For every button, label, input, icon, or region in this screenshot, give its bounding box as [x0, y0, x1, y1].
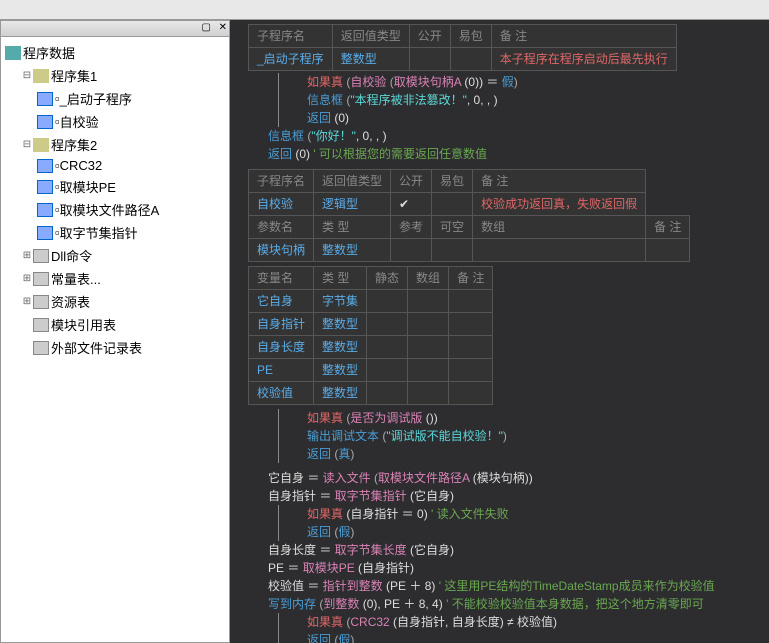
- code-line[interactable]: 如果真 (自校验 (取模块句柄A (0)) ＝ 假): [287, 73, 765, 91]
- code-line[interactable]: 自身长度 ＝ 取字节集长度 (它自身): [248, 541, 765, 559]
- pin-icon[interactable]: ▢: [202, 22, 211, 33]
- tree-root[interactable]: 程序数据: [5, 41, 225, 64]
- code-line[interactable]: 如果真 (自身指针 ＝ 0) ' 读入文件失败: [287, 505, 765, 523]
- subroutine-table: 子程序名返回值类型公开易包备 注 _启动子程序整数型本子程序在程序启动后最先执行: [248, 24, 677, 71]
- code-line[interactable]: PE ＝ 取模块PE (自身指针): [248, 559, 765, 577]
- code-line[interactable]: 信息框 ("本程序被非法篡改！", 0, , ): [287, 91, 765, 109]
- top-toolbar: [0, 0, 769, 20]
- collapse-icon[interactable]: ⊟: [21, 139, 33, 150]
- tree-item[interactable]: ▫ 取模块PE: [5, 175, 225, 198]
- subroutine-table-2: 子程序名返回值类型公开易包备 注 自校验逻辑型✔校验成功返回真，失败返回假 参数…: [248, 169, 690, 262]
- code-line[interactable]: 返回 (0): [287, 109, 765, 127]
- code-line[interactable]: 信息框 ("你好！", 0, , ): [248, 127, 765, 145]
- tree-item[interactable]: 外部文件记录表: [5, 336, 225, 359]
- tree-item[interactable]: ▫ 自校验: [5, 110, 225, 133]
- code-line[interactable]: 输出调试文本 ("调试版不能自校验！"): [287, 427, 765, 445]
- tree-item[interactable]: ▫ 取模块文件路径A: [5, 198, 225, 221]
- tree-view: 程序数据 ⊟程序集1 ▫ _启动子程序 ▫ 自校验 ⊟程序集2 ▫ CRC32 …: [1, 37, 229, 363]
- tree-item[interactable]: ▫ _启动子程序: [5, 87, 225, 110]
- sidebar: ▢ ✕ 程序数据 ⊟程序集1 ▫ _启动子程序 ▫ 自校验 ⊟程序集2 ▫ CR…: [0, 20, 230, 643]
- close-icon[interactable]: ✕: [219, 22, 227, 33]
- tree-item[interactable]: ⊞Dll命令: [5, 244, 225, 267]
- code-line[interactable]: 校验值 ＝ 指针到整数 (PE ＋ 8) ' 这里用PE结构的TimeDateS…: [248, 577, 765, 595]
- code-editor[interactable]: 子程序名返回值类型公开易包备 注 _启动子程序整数型本子程序在程序启动后最先执行…: [230, 20, 769, 643]
- code-line[interactable]: 如果真 (CRC32 (自身指针, 自身长度) ≠ 校验值): [287, 613, 765, 631]
- tree-item[interactable]: ⊞资源表: [5, 290, 225, 313]
- tree-item[interactable]: ⊟程序集2: [5, 133, 225, 156]
- tree-item[interactable]: 模块引用表: [5, 313, 225, 336]
- expand-icon[interactable]: ⊞: [21, 296, 33, 307]
- tree-item[interactable]: ▫ 取字节集指针: [5, 221, 225, 244]
- code-line[interactable]: 返回 (真): [287, 445, 765, 463]
- sidebar-header: ▢ ✕: [1, 21, 229, 37]
- code-line[interactable]: 写到内存 (到整数 (0), PE ＋ 8, 4) ' 不能校验校验值本身数据，…: [248, 595, 765, 613]
- code-line[interactable]: 返回 (假): [287, 631, 765, 643]
- code-line[interactable]: 返回 (假): [287, 523, 765, 541]
- tree-item[interactable]: ⊞常量表...: [5, 267, 225, 290]
- variable-table: 变量名类 型静态数组备 注 它自身字节集 自身指针整数型 自身长度整数型 PE整…: [248, 266, 493, 405]
- code-line[interactable]: 如果真 (是否为调试版 ()): [287, 409, 765, 427]
- expand-icon[interactable]: ⊞: [21, 273, 33, 284]
- code-line[interactable]: 返回 (0) ' 可以根据您的需要返回任意数值: [248, 145, 765, 163]
- tree-item[interactable]: ▫ CRC32: [5, 156, 225, 175]
- code-line[interactable]: 自身指针 ＝ 取字节集指针 (它自身): [248, 487, 765, 505]
- tree-item[interactable]: ⊟程序集1: [5, 64, 225, 87]
- collapse-icon[interactable]: ⊟: [21, 70, 33, 81]
- code-line[interactable]: 它自身 ＝ 读入文件 (取模块文件路径A (模块句柄)): [248, 469, 765, 487]
- expand-icon[interactable]: ⊞: [21, 250, 33, 261]
